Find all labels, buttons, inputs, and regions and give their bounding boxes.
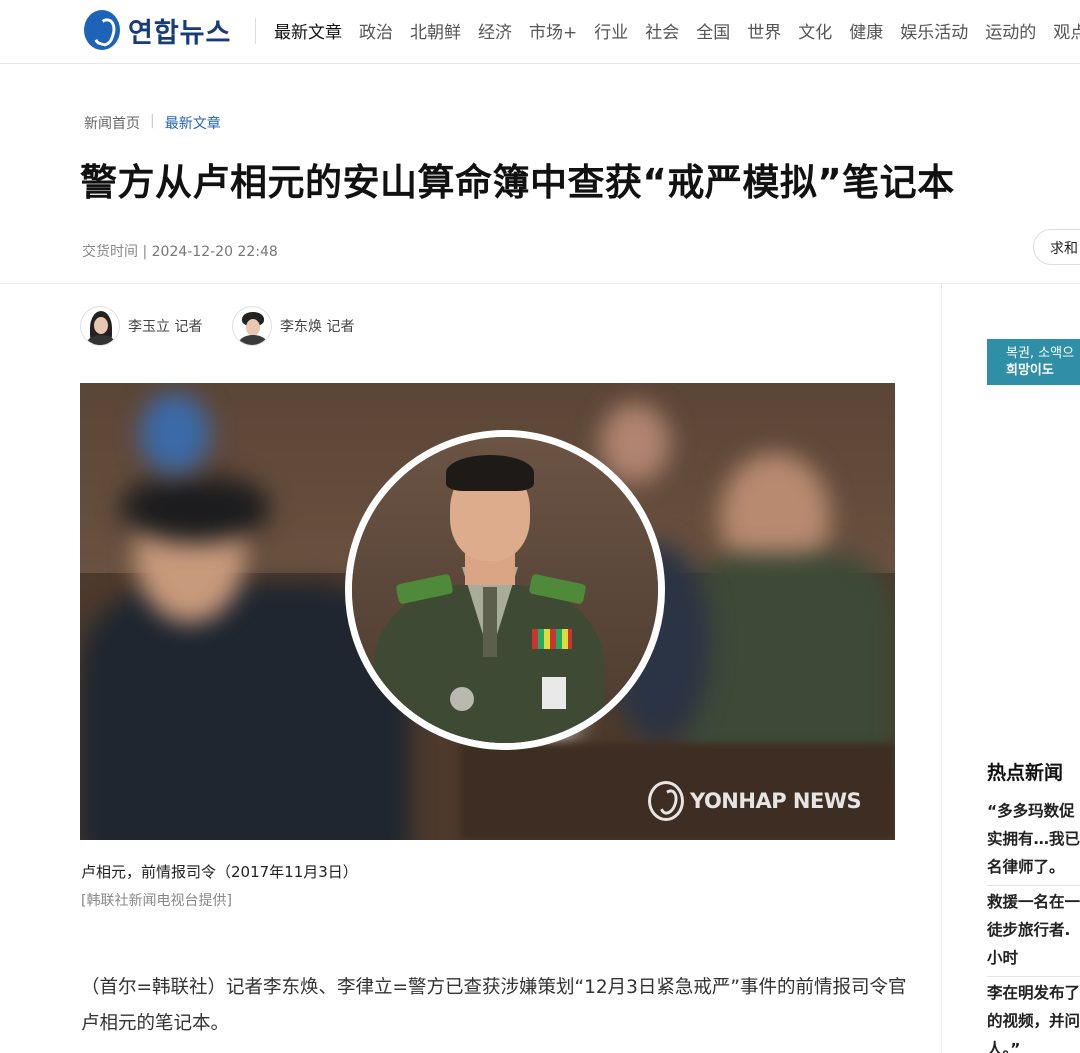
publish-time-label: 交货时间 [82, 244, 138, 260]
watermark-text: YONHAP NEWS [690, 789, 862, 813]
hot-news-item-1[interactable]: “多多玛数促 实拥有…我已 名律师了。 [987, 795, 1080, 885]
hot-news-item-2[interactable]: 救援一名在一 徒步旅行者. 小时 [987, 885, 1080, 976]
nav-item-culture[interactable]: 文化 [798, 18, 832, 43]
yonhap-watermark-icon [648, 781, 684, 821]
hot-news-line: “多多玛数促 [987, 802, 1075, 820]
nav-item-politics[interactable]: 政治 [359, 18, 393, 43]
nav-item-national[interactable]: 全国 [696, 18, 730, 43]
yonhap-logo[interactable]: 연합뉴스 [84, 10, 231, 50]
hot-news-title: 热点新闻 [987, 762, 1064, 784]
nav-item-sports[interactable]: 运动的 [985, 18, 1036, 43]
nav-item-north-korea[interactable]: 北朝鲜 [410, 18, 461, 43]
article-body-paragraph: （首尔=韩联社）记者李东焕、李律立=警方已查获涉嫌策划“12月3日紧急戒严”事件… [81, 977, 907, 1034]
article-meta: 交货时间 | 2024-12-20 22:48 [82, 241, 278, 261]
publish-time-value: 2024-12-20 22:48 [151, 244, 278, 260]
sidebar-ad-banner[interactable]: 복권, 소액으 희망이도 [987, 339, 1080, 385]
avatar [232, 306, 272, 346]
nav-item-entertainment[interactable]: 娱乐活动 [900, 18, 968, 43]
photo-watermark: YONHAP NEWS [648, 781, 862, 821]
hot-news-line: 救援一名在一 [987, 893, 1080, 911]
author-name: 李东焕 记者 [280, 319, 355, 335]
hot-news-line: 李在明发布了 [987, 984, 1080, 1002]
article-title: 警方从卢相元的安山算命簿中查获“戒严模拟”笔记本 [80, 161, 955, 204]
hot-news-line: 的视频，并问 [987, 1012, 1080, 1030]
nav-item-market[interactable]: 市场+ [529, 18, 577, 43]
yonhap-logo-icon [84, 10, 120, 50]
sidebar-divider [941, 284, 942, 1053]
hot-news-item-3[interactable]: 李在明发布了 的视频，并问 人。” [987, 976, 1080, 1053]
author-name: 李玉立 记者 [128, 319, 203, 335]
author-1[interactable]: 李玉立 记者 [80, 306, 202, 346]
header-divider [255, 18, 256, 44]
nav-item-opinion[interactable]: 观点 [1053, 18, 1080, 43]
top-header: 연합뉴스 最新文章 政治 北朝鲜 经济 市场+ 行业 社会 全国 世界 文化 健… [0, 0, 1080, 64]
main-nav: 最新文章 政治 北朝鲜 经济 市场+ 行业 社会 全国 世界 文化 健康 娱乐活… [274, 18, 1080, 43]
nav-item-industry[interactable]: 行业 [594, 18, 628, 43]
hot-news-line: 小时 [987, 949, 1019, 967]
hot-news-line: 名律师了。 [987, 858, 1065, 876]
nav-item-latest[interactable]: 最新文章 [274, 18, 342, 43]
avatar [80, 306, 120, 346]
content-divider [0, 283, 1080, 284]
breadcrumb-current[interactable]: 最新文章 [165, 113, 221, 133]
hot-news-line: 实拥有…我已 [987, 830, 1080, 848]
share-button[interactable]: 求和 [1033, 229, 1080, 265]
hot-news-line: 人。” [987, 1040, 1021, 1053]
author-2[interactable]: 李东焕 记者 [232, 306, 354, 346]
breadcrumb-separator: | [150, 113, 155, 129]
nav-item-economy[interactable]: 经济 [478, 18, 512, 43]
breadcrumb: 新闻首页 | 最新文章 [84, 113, 221, 133]
highlight-circle [345, 430, 665, 750]
logo-text: 연합뉴스 [128, 17, 232, 49]
photo-credit: [韩联社新闻电视台提供] [81, 893, 232, 909]
article-photo[interactable]: YONHAP NEWS [80, 383, 895, 840]
breadcrumb-home[interactable]: 新闻首页 [84, 113, 140, 133]
hot-news-list: “多多玛数促 实拥有…我已 名律师了。 救援一名在一 徒步旅行者. 小时 李在明… [987, 795, 1080, 1053]
nav-item-health[interactable]: 健康 [849, 18, 883, 43]
nav-item-society[interactable]: 社会 [645, 18, 679, 43]
hot-news-line: 徒步旅行者. [987, 921, 1071, 939]
ad-line-2: 희망이도 [1006, 363, 1054, 378]
photo-caption: 卢相元，前情报司令（2017年11月3日） [81, 863, 358, 881]
nav-item-world[interactable]: 世界 [747, 18, 781, 43]
ad-line-1: 복권, 소액으 [1006, 346, 1075, 361]
meta-separator: | [142, 244, 152, 260]
